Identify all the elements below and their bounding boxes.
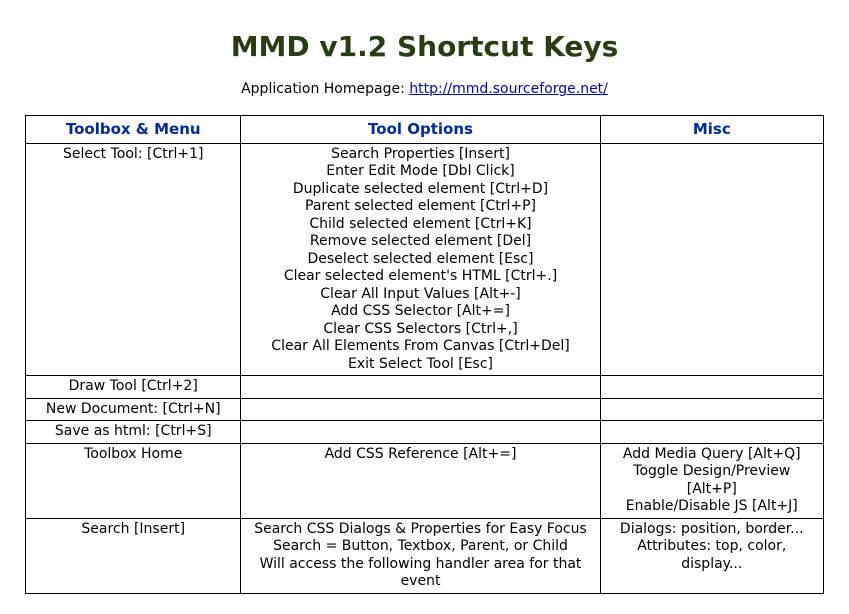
shortcut-line: Remove selected element [Del]	[247, 233, 593, 251]
shortcut-line: Attributes: top, color, display...	[607, 538, 817, 573]
homepage-label: Application Homepage:	[241, 81, 409, 97]
table-row: Draw Tool [Ctrl+2]	[26, 376, 824, 399]
cell-save-as-html: Save as html: [Ctrl+S]	[26, 421, 241, 444]
header-misc: Misc	[600, 116, 823, 144]
page-title: MMD v1.2 Shortcut Keys	[25, 30, 824, 63]
shortcut-line: Clear CSS Selectors [Ctrl+,]	[247, 321, 593, 339]
shortcut-line: Child selected element [Ctrl+K]	[247, 216, 593, 234]
cell-new-document: New Document: [Ctrl+N]	[26, 398, 241, 421]
cell-empty	[600, 398, 823, 421]
cell-empty	[600, 421, 823, 444]
shortcut-line: Search = Button, Textbox, Parent, or Chi…	[247, 538, 593, 556]
table-row: Search [Insert] Search CSS Dialogs & Pro…	[26, 518, 824, 593]
shortcut-line: Parent selected element [Ctrl+P]	[247, 198, 593, 216]
cell-search-options: Search CSS Dialogs & Properties for Easy…	[241, 518, 600, 593]
table-row: Select Tool: [Ctrl+1] Search Properties …	[26, 143, 824, 376]
shortcut-line: Add Media Query [Alt+Q]	[607, 446, 817, 464]
homepage-line: Application Homepage: http://mmd.sourcef…	[25, 81, 824, 97]
shortcuts-table: Toolbox & Menu Tool Options Misc Select …	[25, 115, 824, 594]
homepage-link[interactable]: http://mmd.sourceforge.net/	[409, 81, 608, 97]
table-row: Save as html: [Ctrl+S]	[26, 421, 824, 444]
cell-empty	[241, 376, 600, 399]
shortcut-line: Will access the following handler area f…	[247, 556, 593, 591]
cell-empty	[600, 376, 823, 399]
cell-select-tool-misc	[600, 143, 823, 376]
shortcut-line: Search Properties [Insert]	[247, 146, 593, 164]
shortcut-line: Duplicate selected element [Ctrl+D]	[247, 181, 593, 199]
shortcut-line: Clear selected element's HTML [Ctrl+.]	[247, 268, 593, 286]
shortcut-line: Enter Edit Mode [Dbl Click]	[247, 163, 593, 181]
cell-toolbox-home: Toolbox Home	[26, 443, 241, 518]
header-toolbox-menu: Toolbox & Menu	[26, 116, 241, 144]
cell-empty	[241, 421, 600, 444]
shortcut-line: Clear All Input Values [Alt+-]	[247, 286, 593, 304]
shortcut-line: Search CSS Dialogs & Properties for Easy…	[247, 521, 593, 539]
cell-draw-tool: Draw Tool [Ctrl+2]	[26, 376, 241, 399]
shortcut-line: Enable/Disable JS [Alt+J]	[607, 498, 817, 516]
table-row: Toolbox Home Add CSS Reference [Alt+=] A…	[26, 443, 824, 518]
shortcut-line: Dialogs: position, border...	[607, 521, 817, 539]
cell-toolbox-home-options: Add CSS Reference [Alt+=]	[241, 443, 600, 518]
header-tool-options: Tool Options	[241, 116, 600, 144]
cell-empty	[241, 398, 600, 421]
table-header-row: Toolbox & Menu Tool Options Misc	[26, 116, 824, 144]
shortcut-line: Clear All Elements From Canvas [Ctrl+Del…	[247, 338, 593, 356]
cell-search-misc: Dialogs: position, border... Attributes:…	[600, 518, 823, 593]
shortcut-line: Deselect selected element [Esc]	[247, 251, 593, 269]
cell-toolbox-home-misc: Add Media Query [Alt+Q] Toggle Design/Pr…	[600, 443, 823, 518]
table-row: New Document: [Ctrl+N]	[26, 398, 824, 421]
cell-select-tool-options: Search Properties [Insert] Enter Edit Mo…	[241, 143, 600, 376]
cell-search: Search [Insert]	[26, 518, 241, 593]
shortcut-line: Toggle Design/Preview [Alt+P]	[607, 463, 817, 498]
shortcut-line: Exit Select Tool [Esc]	[247, 356, 593, 374]
cell-select-tool: Select Tool: [Ctrl+1]	[26, 143, 241, 376]
shortcut-line: Add CSS Selector [Alt+=]	[247, 303, 593, 321]
